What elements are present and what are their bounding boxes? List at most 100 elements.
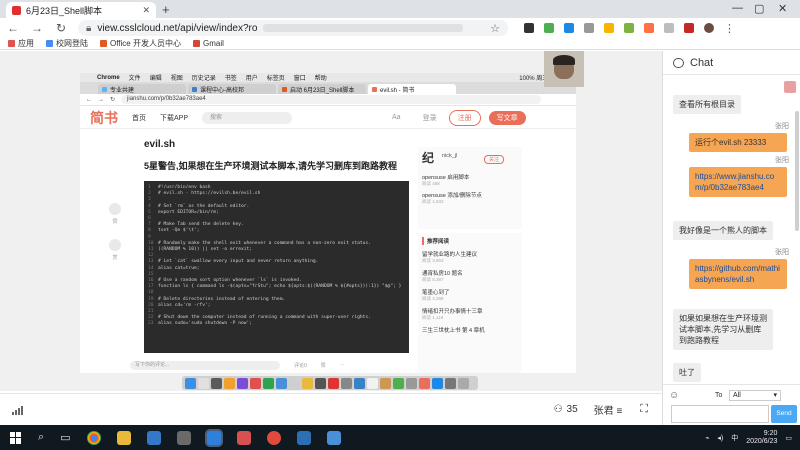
bookmark-item[interactable]: 校网登陆 bbox=[46, 38, 88, 49]
new-tab-button[interactable]: + bbox=[162, 2, 170, 17]
app-icon[interactable] bbox=[326, 430, 341, 445]
nav-home: 首页 bbox=[132, 114, 146, 122]
chat-bubble-icon bbox=[673, 57, 684, 68]
windows-start-icon[interactable] bbox=[10, 431, 22, 444]
tab-favicon-icon bbox=[12, 5, 21, 15]
search-icon[interactable]: ⌕ bbox=[38, 431, 44, 444]
address-bar[interactable]: 🔒︎ view.csslcloud.net/api/view/index?ro … bbox=[78, 20, 508, 36]
extension-icon[interactable] bbox=[604, 23, 614, 33]
app-icon[interactable] bbox=[296, 430, 311, 445]
author-card: 纪 nick_jl opensuse 启用脚本 阅读 468 opensuse 添… bbox=[418, 147, 522, 229]
chat-scrollbar[interactable] bbox=[795, 111, 799, 231]
forward-icon[interactable]: → bbox=[30, 21, 44, 35]
store-icon[interactable] bbox=[146, 430, 161, 445]
comment-bar: 写下你的评论... 评论0 赞 ··· bbox=[130, 359, 430, 371]
mac-menu-item: 标签页 bbox=[266, 76, 285, 82]
dock-app-icon bbox=[328, 377, 339, 389]
ime-indicator[interactable]: 中 bbox=[731, 433, 738, 443]
chat-title: Chat bbox=[690, 56, 714, 69]
clock[interactable]: 9:20 2020/6/23 bbox=[746, 430, 777, 446]
office-icon bbox=[100, 40, 107, 47]
signal-strength-icon bbox=[12, 405, 23, 415]
bookmark-apps[interactable]: 应用 bbox=[8, 38, 34, 49]
inner-browser-tabs: 专业共建 课程中心-高校邦 启动 6月23日_Shell脚本 evil.sh -… bbox=[80, 82, 576, 94]
write-button: 写文章 bbox=[488, 110, 526, 125]
notification-icon[interactable]: ▭ bbox=[785, 434, 792, 442]
like-icon bbox=[109, 203, 121, 215]
dock-app-icon bbox=[393, 377, 404, 389]
task-view-icon[interactable]: ▭ bbox=[60, 431, 70, 444]
chrome-icon[interactable] bbox=[86, 430, 101, 445]
meeting-app-icon[interactable] bbox=[206, 430, 221, 445]
minimize-button[interactable]: — bbox=[732, 2, 743, 14]
jianshu-header: 简书 首页 下载APP 搜索 Aa 登录 注册 写文章 bbox=[80, 107, 576, 129]
windows-taskbar: ⌕ ▭ ⌁ ◂) 中 9:20 2020/6/23 ▭ bbox=[0, 425, 800, 450]
browser-tab-active[interactable]: 6月23日_Shell脚本 ✕ bbox=[6, 2, 156, 18]
app-icon[interactable] bbox=[266, 430, 281, 445]
inner-tab: 课程中心-高校邦 bbox=[188, 84, 276, 94]
mac-menu-item: 历史记录 bbox=[191, 76, 216, 82]
dock-app-icon bbox=[263, 377, 274, 389]
network-icon[interactable]: ⌁ bbox=[705, 434, 709, 442]
apps-icon bbox=[8, 40, 15, 47]
chat-message-link[interactable]: https://github.com/mathiasbynens/evil.sh bbox=[689, 259, 787, 289]
extension-icon[interactable] bbox=[664, 23, 674, 33]
article-subtitle: 5星警告,如果想在生产环境测试本脚本,请先学习删库到跑路教程 bbox=[144, 161, 398, 171]
chat-input[interactable] bbox=[671, 405, 769, 423]
dock-app-icon bbox=[380, 377, 391, 389]
volume-icon[interactable]: ◂) bbox=[717, 434, 723, 442]
emoji-icon[interactable]: ☺ bbox=[669, 390, 679, 401]
more-options-button[interactable]: 张君 ≡ bbox=[594, 402, 623, 417]
sender-name: 张阳 bbox=[775, 123, 789, 130]
extension-icon[interactable] bbox=[564, 23, 574, 33]
more-icon: ··· bbox=[339, 362, 345, 368]
menu-kebab-icon[interactable]: ⋮ bbox=[724, 22, 735, 35]
recipient-select[interactable]: All ▾ bbox=[729, 390, 781, 401]
maximize-button[interactable]: ▢ bbox=[754, 2, 764, 15]
app-icon[interactable] bbox=[176, 430, 191, 445]
extension-icon[interactable] bbox=[544, 23, 554, 33]
comment-count: 评论0 bbox=[294, 362, 307, 369]
send-button[interactable]: Send bbox=[771, 405, 797, 423]
participants-button[interactable]: ⚇ 35 bbox=[554, 404, 578, 415]
profile-avatar[interactable] bbox=[704, 23, 714, 33]
back-icon[interactable]: ← bbox=[6, 21, 20, 35]
extension-icon[interactable] bbox=[684, 23, 694, 33]
tab-favicon-icon bbox=[372, 86, 377, 92]
fullscreen-icon[interactable]: ⛶ bbox=[640, 403, 648, 416]
extension-icon[interactable] bbox=[624, 23, 634, 33]
mac-menu-item: 视图 bbox=[170, 76, 183, 82]
mac-menu-item: 用户 bbox=[245, 76, 258, 82]
extension-icon[interactable] bbox=[644, 23, 654, 33]
inner-tab: 专业共建 bbox=[98, 84, 186, 94]
bookmark-item[interactable]: Office 开发人员中心 bbox=[100, 38, 181, 49]
article-side-actions: 赞 赏 bbox=[108, 203, 122, 261]
close-window-button[interactable]: ✕ bbox=[778, 2, 787, 15]
chevron-down-icon: ▾ bbox=[773, 392, 777, 399]
app-icon[interactable] bbox=[236, 430, 251, 445]
bookmark-star-icon[interactable]: ☆ bbox=[490, 22, 500, 35]
chat-message-link[interactable]: https://www.jianshu.com/p/0b32ae783ae4 bbox=[689, 167, 787, 197]
extension-icon[interactable] bbox=[524, 23, 534, 33]
bookmark-item[interactable]: Gmail bbox=[192, 39, 224, 48]
meeting-toolbar: ⚇ 35 张君 ≡ ⛶ bbox=[0, 393, 662, 425]
dock-app-icon bbox=[354, 377, 365, 389]
like-count: 赞 bbox=[320, 362, 326, 369]
file-explorer-icon[interactable] bbox=[116, 430, 131, 445]
line-number: 23 bbox=[148, 321, 154, 327]
follow-button: 关注 bbox=[484, 155, 505, 164]
dock-app-icon bbox=[367, 377, 378, 389]
reload-icon[interactable]: ↻ bbox=[54, 21, 68, 35]
login-link: 登录 bbox=[422, 114, 437, 122]
chat-message: 我好像是一个熊人的脚本 bbox=[673, 221, 773, 240]
gmail-icon bbox=[192, 40, 200, 47]
sender-name: 张阳 bbox=[775, 157, 789, 164]
close-tab-icon[interactable]: ✕ bbox=[142, 5, 150, 16]
dock-app-icon bbox=[289, 377, 300, 389]
browser-tabstrip: 6月23日_Shell脚本 ✕ + — ▢ ✕ bbox=[0, 0, 800, 18]
extension-icon[interactable] bbox=[584, 23, 594, 33]
dock-app-icon bbox=[185, 377, 196, 389]
dock-app-icon bbox=[432, 377, 443, 389]
mac-dock bbox=[182, 376, 478, 390]
mac-menubar: Chrome 文件 编辑 视图 历史记录 书签 用户 标签页 窗口 帮助 100… bbox=[80, 73, 576, 82]
